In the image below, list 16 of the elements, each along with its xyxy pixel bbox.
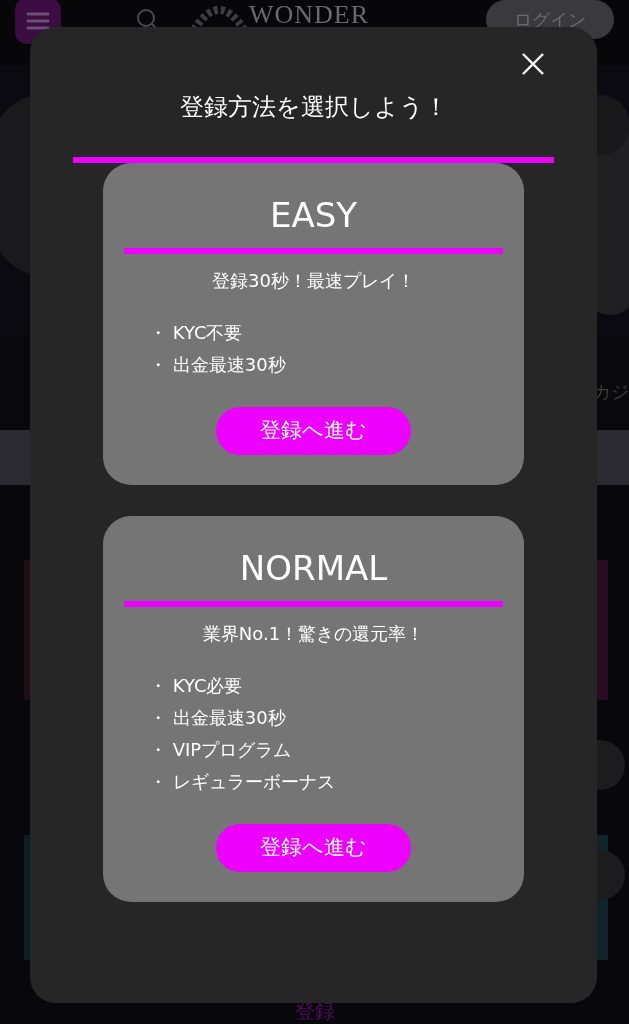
feature-item: ・ KYC必要 <box>149 674 244 698</box>
plan-tagline: 業界No.1！驚きの還元率！ <box>201 622 426 646</box>
modal-title: 登録方法を選択しよう！ <box>178 92 449 123</box>
feature-item: ・ KYC不要 <box>149 321 244 345</box>
feature-item: ・ VIPプログラム <box>149 738 293 762</box>
logo-text: WONDER <box>249 2 370 27</box>
plan-title: EASY <box>268 194 359 237</box>
plan-tagline: 登録30秒！最速プレイ！ <box>211 269 416 293</box>
feature-item: ・ 出金最速30秒 <box>149 706 287 730</box>
close-icon[interactable] <box>521 51 545 75</box>
feature-item: ・ 出金最速30秒 <box>149 353 287 377</box>
feature-item: ・ レギュラーボーナス <box>149 770 336 794</box>
register-button[interactable]: 登録へ進む <box>216 407 411 455</box>
plan-title: NORMAL <box>238 547 389 590</box>
menu-icon <box>26 10 50 31</box>
register-button[interactable]: 登録へ進む <box>216 824 411 872</box>
